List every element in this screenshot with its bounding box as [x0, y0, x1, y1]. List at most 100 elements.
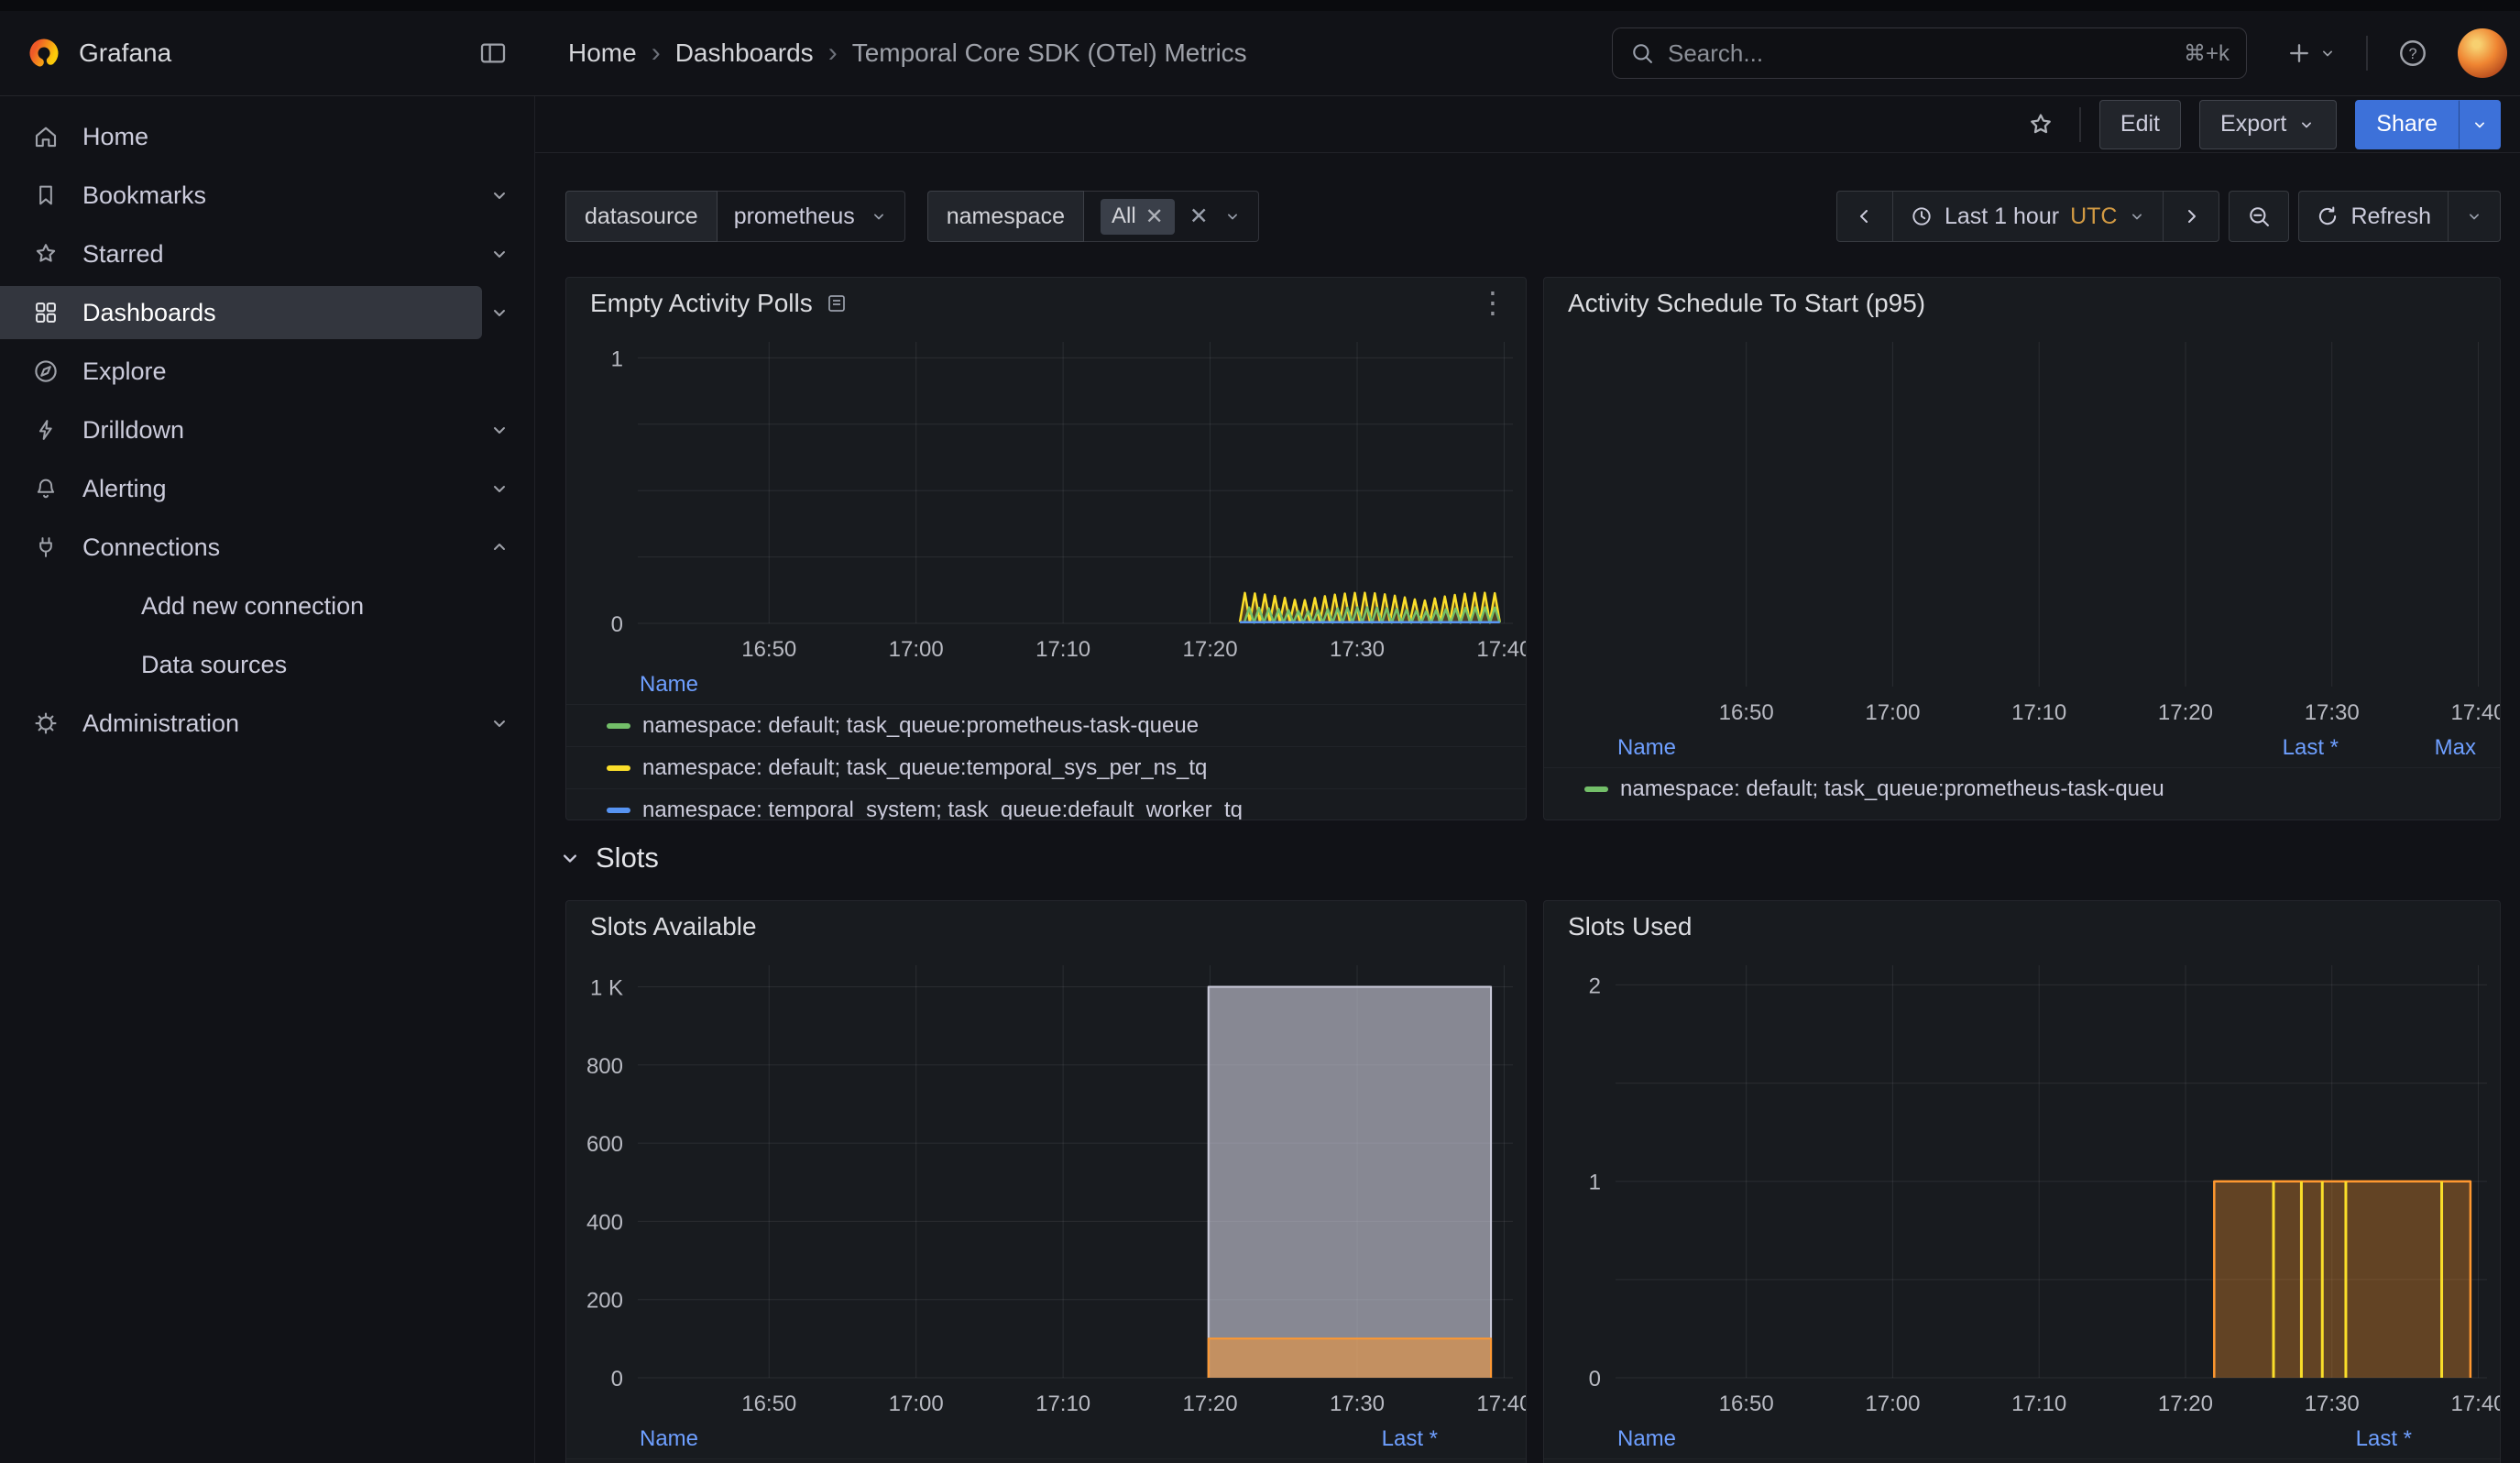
panel-activity-schedule-to-start: Activity Schedule To Start (p95) 16:5017…: [1543, 277, 2501, 820]
selected-value-chip[interactable]: All ✕: [1101, 199, 1175, 235]
gear-icon: [29, 710, 62, 737]
legend-series-name[interactable]: namespace: default; task_queue:prometheu…: [1620, 776, 2164, 802]
sidebar-item-starred[interactable]: Starred: [0, 225, 534, 283]
sidebar-navigation: Home Bookmarks Starred: [0, 96, 535, 1463]
chevron-down-icon[interactable]: [488, 478, 510, 500]
clock-icon: [1910, 204, 1934, 228]
panel-slots-available: Slots Available 16:5017:0017:1017:2017:3…: [565, 900, 1527, 1463]
edit-button-label: Edit: [2120, 111, 2160, 138]
chart-container: 16:5017:0017:1017:2017:3017:4001: [566, 329, 1526, 666]
refresh-icon: [2316, 204, 2339, 228]
time-range-picker-button[interactable]: Last 1 hour UTC: [1892, 191, 2164, 242]
clear-all-icon[interactable]: ✕: [1189, 203, 1209, 230]
sidebar-item-label: Connections: [82, 534, 220, 562]
panel-slots-used: Slots Used 16:5017:0017:1017:2017:3017:4…: [1543, 900, 2501, 1463]
chevron-down-icon[interactable]: [488, 184, 510, 206]
sidebar-item-drilldown[interactable]: Drilldown: [0, 401, 534, 459]
svg-text:17:40: 17:40: [2450, 700, 2500, 725]
sidebar-item-label: Alerting: [82, 475, 167, 503]
legend-header-name[interactable]: Name: [640, 672, 1502, 698]
remove-value-icon[interactable]: ✕: [1145, 204, 1164, 230]
svg-text:17:20: 17:20: [2158, 1392, 2213, 1416]
timeseries-chart[interactable]: 16:5017:0017:1017:2017:3017:4001: [566, 329, 1526, 666]
sidebar-item-administration[interactable]: Administration: [0, 694, 534, 753]
panel-title[interactable]: Slots Available: [590, 912, 757, 941]
sidebar-item-alerting[interactable]: Alerting: [0, 459, 534, 518]
sidebar-item-dashboards[interactable]: Dashboards: [0, 283, 534, 342]
search-input[interactable]: [1668, 39, 2171, 68]
legend-series-name[interactable]: namespace: default; task_queue:temporal_…: [642, 755, 1502, 781]
search-icon: [1629, 40, 1655, 66]
share-button[interactable]: Share: [2355, 100, 2459, 149]
sidebar-item-data-sources[interactable]: Data sources: [0, 635, 534, 694]
panel-description-icon[interactable]: [826, 292, 848, 314]
panel-title[interactable]: Slots Used: [1568, 912, 1692, 941]
legend-header-last[interactable]: Last *: [2164, 735, 2339, 761]
legend-header: Name: [566, 666, 1526, 704]
chevron-down-icon[interactable]: [488, 419, 510, 441]
timeseries-chart[interactable]: 16:5017:0017:1017:2017:3017:40: [1544, 329, 2500, 729]
breadcrumb-separator-icon: ›: [828, 39, 838, 67]
panel-title[interactable]: Activity Schedule To Start (p95): [1568, 289, 1925, 318]
new-menu-button[interactable]: [2280, 34, 2342, 72]
dashboard-main: Edit Export Share: [535, 96, 2520, 1463]
sidebar-item-home[interactable]: Home: [0, 107, 534, 166]
breadcrumb-home[interactable]: Home: [568, 38, 637, 68]
legend-header-last[interactable]: Last *: [2302, 1426, 2476, 1452]
legend-header-name[interactable]: Name: [1617, 735, 2164, 761]
timeseries-chart[interactable]: 16:5017:0017:1017:2017:3017:400200400600…: [566, 952, 1526, 1420]
chevron-down-icon[interactable]: [488, 243, 510, 265]
sidebar-item-explore[interactable]: Explore: [0, 342, 534, 401]
variable-namespace: namespace All ✕ ✕: [927, 191, 1259, 242]
time-shift-forward-button[interactable]: [2163, 191, 2219, 242]
zoom-out-time-button[interactable]: [2229, 191, 2289, 242]
panel-header[interactable]: Activity Schedule To Start (p95): [1544, 278, 2500, 329]
sidebar-item-bookmarks[interactable]: Bookmarks: [0, 166, 534, 225]
search-box[interactable]: ⌘+k: [1612, 28, 2247, 79]
chevron-left-icon: [1854, 205, 1876, 227]
sidebar-item-connections[interactable]: Connections: [0, 518, 534, 577]
panel-header[interactable]: Slots Available: [566, 901, 1526, 952]
chevron-down-icon[interactable]: [488, 302, 510, 324]
chevron-down-icon: [557, 845, 583, 871]
legend-header-name[interactable]: Name: [1617, 1426, 2302, 1452]
svg-text:2: 2: [1589, 974, 1601, 998]
datasource-value: prometheus: [734, 204, 855, 230]
topbar-divider: [2366, 36, 2368, 71]
panel-menu-icon[interactable]: ⋮: [1478, 285, 1507, 320]
edit-button[interactable]: Edit: [2099, 100, 2181, 149]
refresh-button[interactable]: Refresh: [2298, 191, 2449, 242]
legend-series-name[interactable]: namespace: default; task_queue:prometheu…: [642, 713, 1502, 739]
legend-series-name[interactable]: namespace: temporal_system; task_queue:d…: [642, 798, 1502, 820]
row-header-title[interactable]: Slots: [596, 842, 659, 874]
row-header-slots[interactable]: Slots: [557, 837, 659, 879]
datasource-select[interactable]: prometheus: [718, 191, 905, 242]
refresh-interval-button[interactable]: [2448, 191, 2501, 242]
grafana-home-link[interactable]: Grafana: [26, 35, 171, 72]
time-shift-back-button[interactable]: [1836, 191, 1893, 242]
chevron-up-icon[interactable]: [488, 536, 510, 558]
timeseries-chart[interactable]: 16:5017:0017:1017:2017:3017:40012: [1544, 952, 2500, 1420]
legend-header-max[interactable]: Max: [2339, 735, 2476, 761]
breadcrumb-dashboards[interactable]: Dashboards: [675, 38, 814, 68]
favorite-dashboard-button[interactable]: [2021, 104, 2061, 145]
drilldown-icon: [29, 417, 62, 443]
chart-container: 16:5017:0017:1017:2017:3017:400200400600…: [566, 952, 1526, 1420]
export-button[interactable]: Export: [2199, 100, 2337, 149]
namespace-select[interactable]: All ✕ ✕: [1084, 191, 1259, 242]
user-avatar[interactable]: [2458, 28, 2507, 78]
sidebar-item-add-new-connection[interactable]: Add new connection: [0, 577, 534, 635]
panel-header[interactable]: Slots Used: [1544, 901, 2500, 952]
share-menu-button[interactable]: [2459, 100, 2501, 149]
legend-header-last[interactable]: Last *: [1328, 1426, 1502, 1452]
panel-header[interactable]: Empty Activity Polls ⋮: [566, 278, 1526, 329]
dock-sidebar-button[interactable]: [473, 33, 513, 73]
chevron-right-icon: [2180, 205, 2202, 227]
legend-header-name[interactable]: Name: [640, 1426, 1328, 1452]
help-button[interactable]: ?: [2392, 32, 2434, 74]
chevron-down-icon[interactable]: [488, 712, 510, 734]
svg-text:600: 600: [586, 1132, 623, 1157]
panel-empty-activity-polls: Empty Activity Polls ⋮ 16:5017:0017:1017…: [565, 277, 1527, 820]
panel-title[interactable]: Empty Activity Polls: [590, 289, 813, 318]
svg-text:17:00: 17:00: [889, 1392, 944, 1416]
